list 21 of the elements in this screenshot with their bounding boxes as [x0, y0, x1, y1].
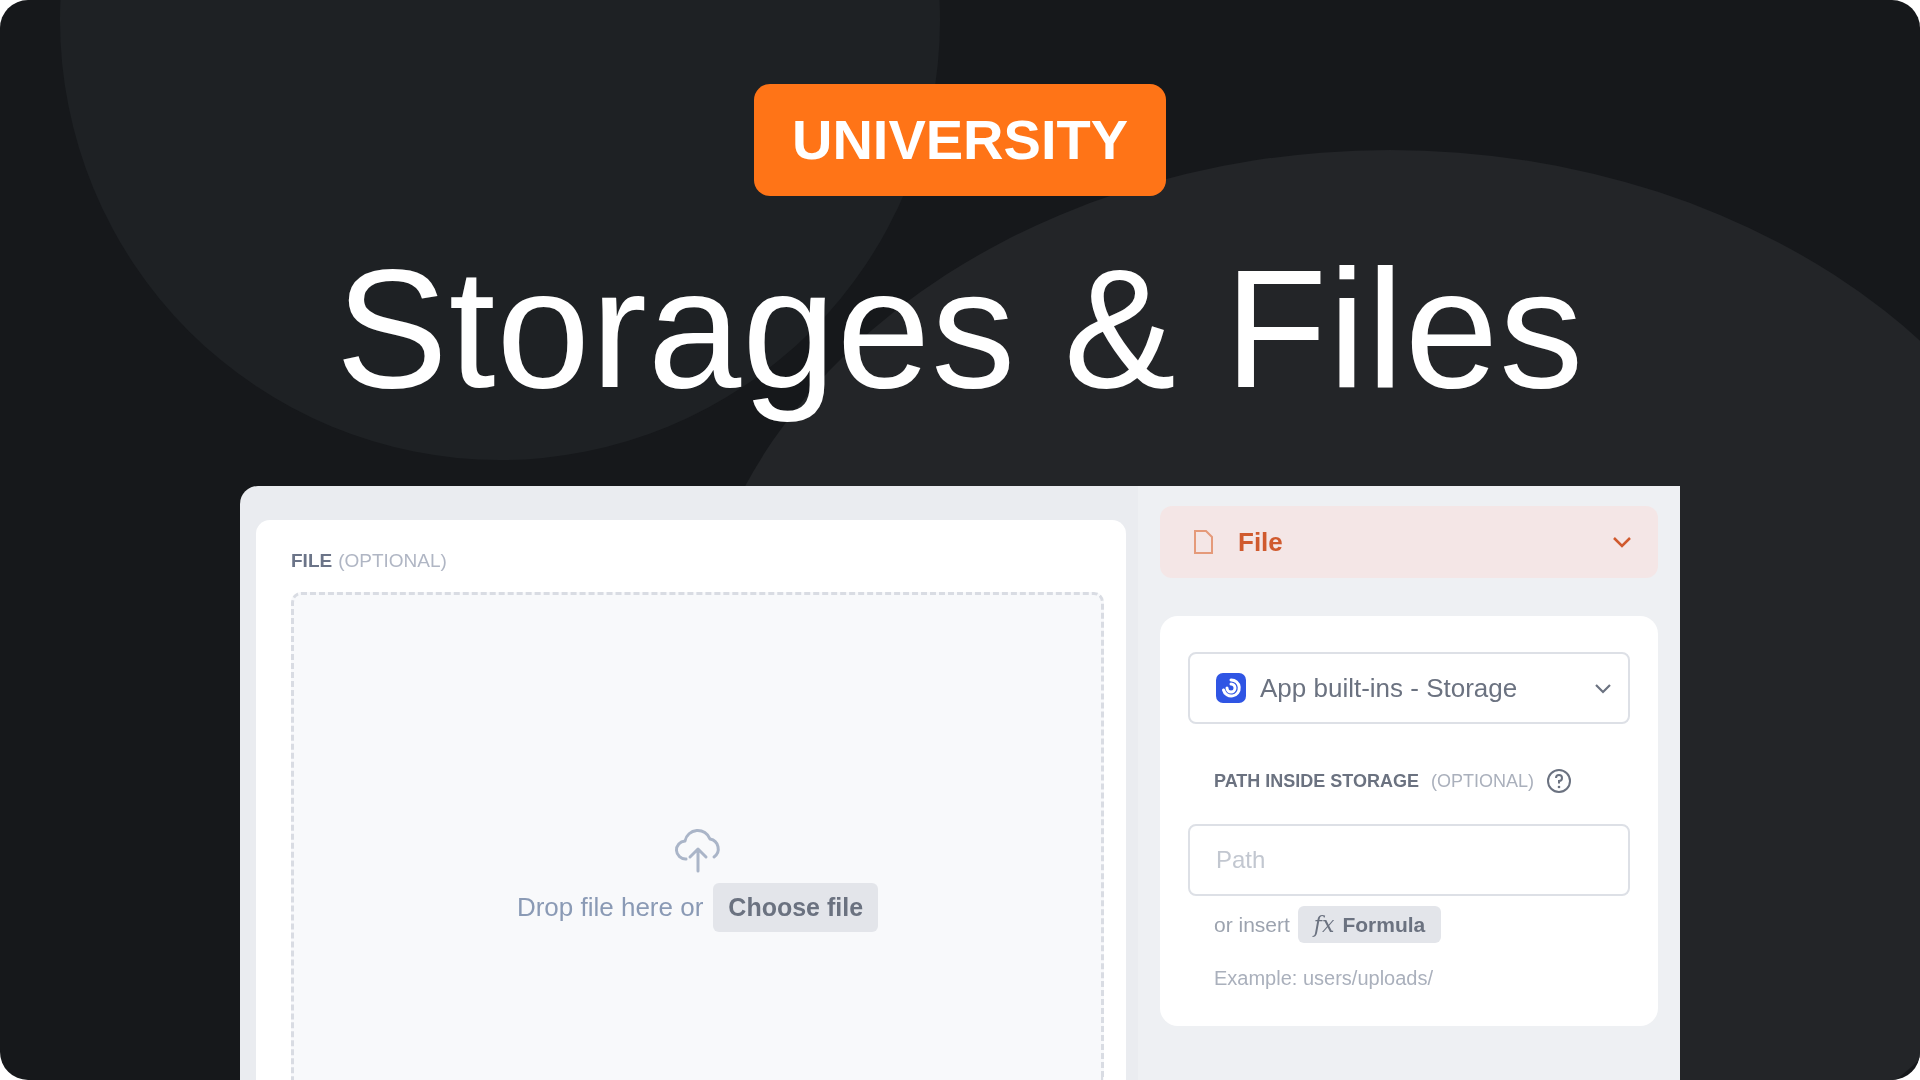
field-label: FILE	[291, 550, 333, 572]
swirl-logo-icon	[1216, 673, 1246, 703]
drop-hint: Drop file here or	[516, 892, 704, 923]
choose-file-button[interactable]: Choose file	[713, 883, 879, 932]
file-icon	[1192, 529, 1214, 555]
path-input[interactable]: Path	[1188, 824, 1630, 896]
optional-note: (OPTIONAL)	[338, 550, 447, 572]
help-icon[interactable]	[1546, 768, 1573, 794]
insert-hint: or insert	[1214, 912, 1290, 937]
example-hint: Example: users/uploads/	[1213, 967, 1434, 990]
banner-title: Storages & Files	[335, 234, 1585, 424]
field-label: PATH INSIDE STORAGE	[1214, 770, 1420, 792]
category-badge: UNIVERSITY	[753, 84, 1167, 196]
formula-button[interactable]: fx Formula	[1297, 906, 1442, 943]
cloud-upload-icon	[673, 827, 722, 873]
type-dropdown[interactable]: File	[1160, 506, 1658, 578]
optional-note: (OPTIONAL)	[1431, 770, 1535, 792]
chevron-down-icon	[1594, 682, 1612, 694]
storage-dropdown[interactable]: App built-ins - Storage	[1188, 652, 1630, 724]
chevron-down-icon	[1612, 536, 1632, 548]
drop-zone[interactable]: Drop file here or Choose file	[291, 592, 1104, 1080]
